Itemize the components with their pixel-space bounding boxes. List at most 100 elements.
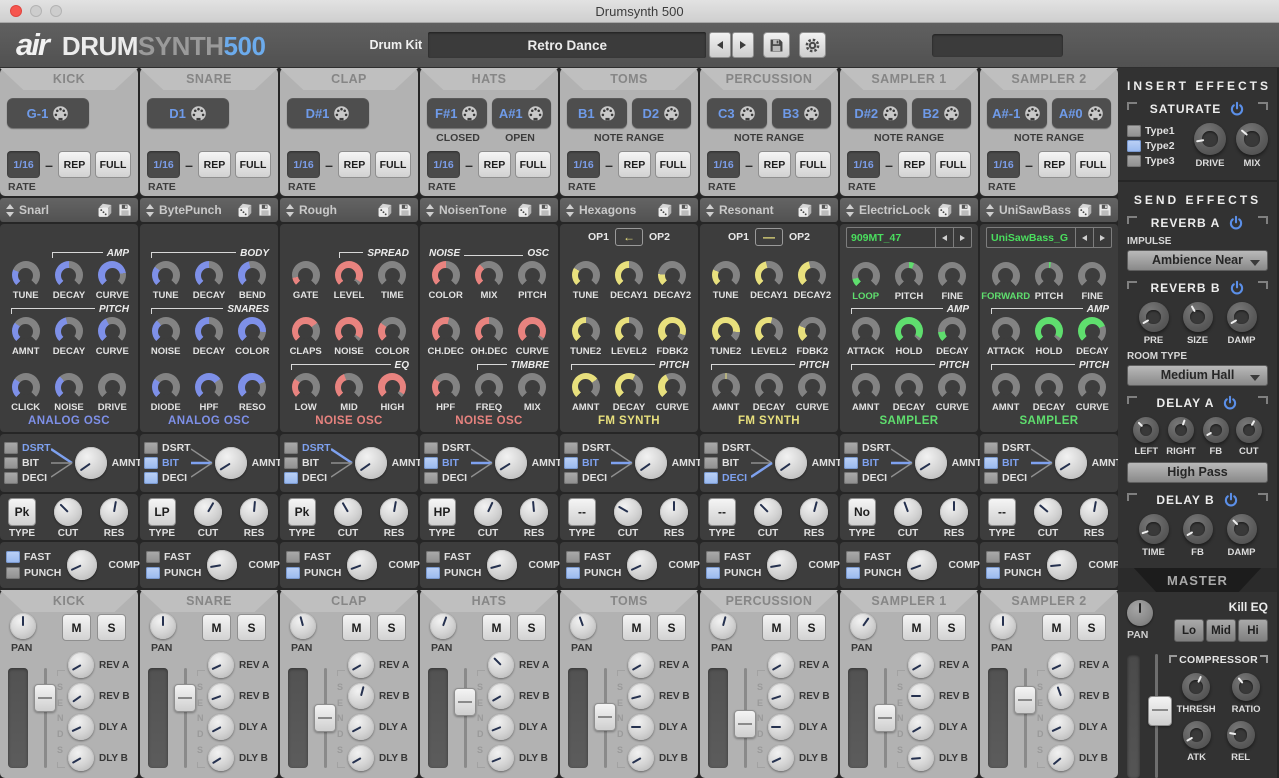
rate-value[interactable]: 1/16 [987,151,1020,178]
checkbox[interactable] [144,472,158,484]
checkbox[interactable] [284,442,298,454]
mute-button[interactable]: M [1042,614,1071,641]
checkbox[interactable] [144,457,158,469]
send-dly-b-knob[interactable] [628,745,654,771]
damp-knob[interactable] [1227,514,1257,544]
mute-button[interactable]: M [202,614,231,641]
master-fader-handle[interactable] [1148,696,1172,726]
fine-knob[interactable] [1078,262,1106,290]
res-knob[interactable] [100,498,128,526]
attack-knob[interactable] [992,317,1020,345]
filter-type-button[interactable]: No [848,498,876,526]
note-button[interactable]: A#-1 [987,98,1047,128]
freq-knob[interactable] [475,373,503,401]
checkbox[interactable] [846,567,860,579]
send-dly-b-knob[interactable] [68,745,94,771]
filter-type-button[interactable]: -- [708,498,736,526]
send-rev-b-knob[interactable] [208,683,234,709]
checkbox[interactable] [844,457,858,469]
save-kit-button[interactable] [763,32,790,58]
send-rev-a-knob[interactable] [348,652,374,678]
volume-fader[interactable] [314,668,336,768]
drive-knob[interactable] [1194,123,1226,155]
dist-mode-bit[interactable]: BIT [844,457,891,469]
delay-a-power-icon[interactable] [1222,395,1238,411]
send-dly-a-knob[interactable] [628,714,654,740]
kill-eq-lo-button[interactable]: Lo [1174,619,1204,642]
curve-knob[interactable] [98,261,126,289]
delay-b-power-icon[interactable] [1223,492,1239,508]
send-rev-b-knob[interactable] [1048,683,1074,709]
comp-fast-toggle[interactable]: FAST [986,551,1041,563]
preset-spinner[interactable] [704,204,715,217]
mix-knob[interactable] [1236,123,1268,155]
fdbk2-knob[interactable] [658,317,686,345]
hold-knob[interactable] [1035,317,1063,345]
cut-knob[interactable] [894,498,922,526]
full-button[interactable]: FULL [95,151,131,178]
sample-selector[interactable]: 909MT_47 [846,227,972,248]
send-dly-a-knob[interactable] [1048,714,1074,740]
checkbox[interactable] [424,442,438,454]
res-knob[interactable] [660,498,688,526]
dist-mode-deci[interactable]: DECI [984,472,1031,484]
settings-button[interactable] [799,32,826,58]
sample-next-button[interactable] [1093,228,1111,247]
send-dly-a-knob[interactable] [768,714,794,740]
preset-name[interactable]: Hexagons [579,203,652,217]
filter-type-button[interactable]: LP [148,498,176,526]
randomize-button[interactable] [936,202,953,219]
cut-knob[interactable] [1034,498,1062,526]
dist-mode-bit[interactable]: BIT [704,457,751,469]
res-knob[interactable] [940,498,968,526]
bend-knob[interactable] [238,261,266,289]
preset-name[interactable]: NoisenTone [439,203,512,217]
checkbox[interactable] [144,442,158,454]
preset-spinner[interactable] [564,204,575,217]
send-dly-a-knob[interactable] [908,714,934,740]
tune2-knob[interactable] [712,317,740,345]
damp-knob[interactable] [1227,302,1257,332]
checkbox[interactable] [846,551,860,563]
decay2-knob[interactable] [658,261,686,289]
gate-knob[interactable] [292,261,320,289]
curve-knob[interactable] [798,373,826,401]
saturate-type3-toggle[interactable]: Type3 [1127,155,1194,167]
curve-knob[interactable] [658,373,686,401]
repeat-button[interactable]: REP [758,151,791,178]
checkbox[interactable] [146,567,160,579]
rate-value[interactable]: 1/16 [427,151,460,178]
comp-fast-toggle[interactable]: FAST [146,551,201,563]
repeat-button[interactable]: REP [1038,151,1071,178]
full-button[interactable]: FULL [1075,151,1111,178]
delay-filter-select[interactable]: High Pass [1127,462,1268,483]
preset-name[interactable]: ElectricLock [859,203,932,217]
checkbox[interactable] [566,551,580,563]
send-dly-a-knob[interactable] [208,714,234,740]
noise-knob[interactable] [55,373,83,401]
dist-mode-deci[interactable]: DECI [564,472,611,484]
oh.dec-knob[interactable] [475,317,503,345]
diode-knob[interactable] [152,373,180,401]
send-rev-a-knob[interactable] [488,652,514,678]
note-button[interactable]: B2 [912,98,972,128]
res-knob[interactable] [520,498,548,526]
checkbox[interactable] [704,472,718,484]
decay-knob[interactable] [1035,373,1063,401]
sample-selector[interactable]: UniSawBass_G [986,227,1112,248]
solo-button[interactable]: S [237,614,266,641]
comp-punch-toggle[interactable]: PUNCH [146,567,201,579]
level2-knob[interactable] [755,317,783,345]
amnt-knob[interactable] [355,447,387,479]
right-knob[interactable] [1168,417,1194,443]
note-button[interactable]: B1 [567,98,627,128]
curve-knob[interactable] [518,317,546,345]
checkbox[interactable] [844,472,858,484]
comp-fast-toggle[interactable]: FAST [286,551,341,563]
amnt-knob[interactable] [1055,447,1087,479]
hpf-knob[interactable] [432,373,460,401]
save-preset-button[interactable] [537,202,554,219]
fader-handle[interactable] [734,710,756,738]
cut-knob[interactable] [474,498,502,526]
decay-knob[interactable] [615,373,643,401]
